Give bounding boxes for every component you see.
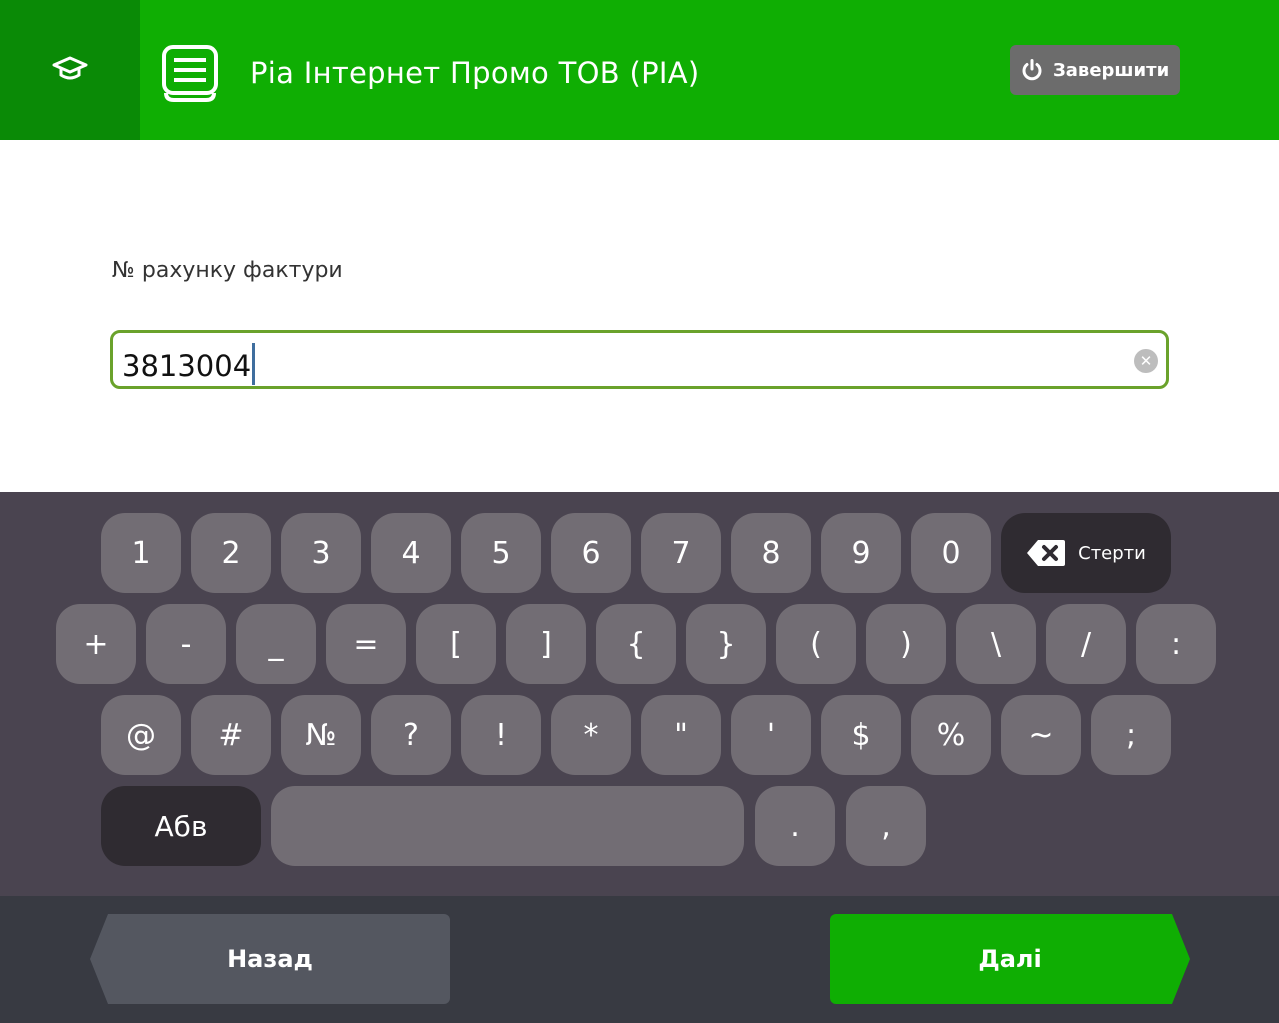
finish-label: Завершити	[1053, 59, 1170, 81]
symbol-key[interactable]: ;	[1091, 695, 1171, 775]
symbol-key[interactable]: '	[731, 695, 811, 775]
space-key[interactable]	[271, 786, 744, 866]
symbol-key[interactable]: №	[281, 695, 361, 775]
symbol-key[interactable]: #	[191, 695, 271, 775]
digit-key[interactable]: 4	[371, 513, 451, 593]
symbol-key[interactable]: }	[686, 604, 766, 684]
digit-key[interactable]: 1	[101, 513, 181, 593]
power-icon	[1022, 59, 1042, 81]
digit-key[interactable]: 3	[281, 513, 361, 593]
symbol-key[interactable]: :	[1136, 604, 1216, 684]
symbol-key[interactable]: %	[911, 695, 991, 775]
symbol-key[interactable]: _	[236, 604, 316, 684]
symbol-key[interactable]: ]	[506, 604, 586, 684]
backspace-label: Стерти	[1078, 542, 1146, 564]
symbol-key[interactable]: "	[641, 695, 721, 775]
digit-key[interactable]: 8	[731, 513, 811, 593]
digit-key[interactable]: 6	[551, 513, 631, 593]
symbol-key[interactable]: @	[101, 695, 181, 775]
layout-switch-key[interactable]: Абв	[101, 786, 261, 866]
symbol-key[interactable]: [	[416, 604, 496, 684]
symbol-key[interactable]: *	[551, 695, 631, 775]
text-caret	[252, 343, 256, 385]
edu-button[interactable]	[0, 0, 140, 140]
symbol-key[interactable]: =	[326, 604, 406, 684]
digit-key[interactable]: 5	[461, 513, 541, 593]
app-title: Ріа Інтернет Промо ТОВ (РІА)	[250, 56, 700, 90]
on-screen-keyboard: 1234567890 Стерти + - _ =[]{}() \ /: @ # №?! * " '…	[0, 492, 1279, 896]
list-icon[interactable]	[162, 45, 218, 103]
digit-key[interactable]: 0	[911, 513, 991, 593]
digit-key[interactable]: 2	[191, 513, 271, 593]
symbol-key[interactable]: /	[1046, 604, 1126, 684]
backspace-icon	[1027, 540, 1066, 566]
symbol-key[interactable]: \	[956, 604, 1036, 684]
next-button[interactable]: Далі	[830, 914, 1190, 1004]
back-button[interactable]: Назад	[90, 914, 450, 1004]
symbol-key[interactable]: $	[821, 695, 901, 775]
invoice-number-input[interactable]: 3813004 ✕	[110, 330, 1169, 389]
symbol-key[interactable]: !	[461, 695, 541, 775]
input-value: 3813004	[122, 349, 252, 383]
digit-key[interactable]: 9	[821, 513, 901, 593]
finish-button[interactable]: Завершити	[1010, 45, 1180, 95]
graduation-cap-icon	[52, 56, 88, 80]
digit-key[interactable]: 7	[641, 513, 721, 593]
symbol-key[interactable]: +	[56, 604, 136, 684]
clear-icon[interactable]: ✕	[1134, 349, 1158, 373]
header-bar: Ріа Інтернет Промо ТОВ (РІА) Завершити	[0, 0, 1279, 140]
symbol-key[interactable]: ?	[371, 695, 451, 775]
backspace-key[interactable]: Стерти	[1001, 513, 1171, 593]
symbol-key[interactable]: ~	[1001, 695, 1081, 775]
invoice-number-label: № рахунку фактури	[112, 258, 343, 283]
symbol-key[interactable]: )	[866, 604, 946, 684]
symbol-key[interactable]: {	[596, 604, 676, 684]
symbol-key[interactable]: -	[146, 604, 226, 684]
punctuation-key[interactable]: .	[755, 786, 835, 866]
punctuation-key[interactable]: ,	[846, 786, 926, 866]
symbol-key[interactable]: (	[776, 604, 856, 684]
